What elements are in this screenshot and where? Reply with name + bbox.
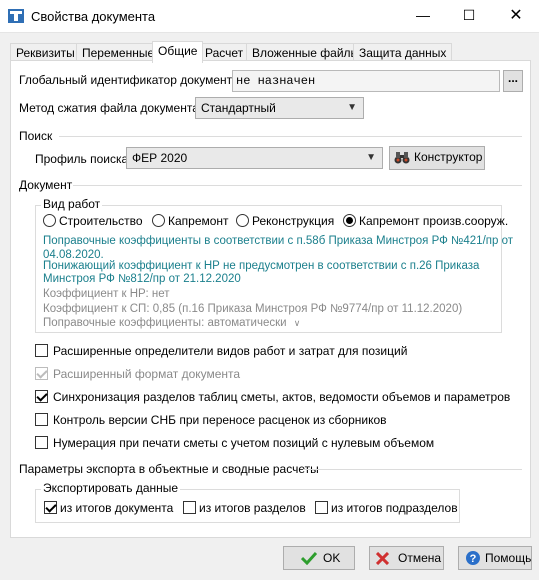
chevron-down-icon: ▼ (347, 102, 357, 113)
work-type-title: Вид работ (41, 197, 103, 211)
constructor-label: Конструктор (414, 150, 483, 164)
checkbox-label: из итогов документа (60, 501, 174, 515)
minimize-button[interactable]: — (400, 0, 446, 33)
chevron-down-icon: ∨ (293, 318, 301, 328)
cancel-x-icon (376, 552, 389, 565)
checkbox-box (35, 344, 48, 357)
checkmark-icon (301, 551, 317, 565)
ok-label: OK (323, 551, 341, 565)
radio-indicator (152, 214, 165, 227)
constructor-button[interactable]: Конструктор (389, 146, 485, 170)
ok-button[interactable]: OK (283, 546, 355, 570)
radio-capital-repair-industrial-label: Капремонт произв.сооруж. (359, 214, 509, 228)
svg-text:?: ? (470, 553, 477, 565)
radio-construction-label: Строительство (59, 214, 143, 228)
info-line-4: Минстроя РФ №812/пр от 21.12.2020 (43, 273, 241, 285)
checkbox-label: Синхронизация разделов таблиц сметы, акт… (53, 390, 511, 404)
window-title: Свойства документа (31, 9, 156, 24)
checkbox-label: Расширенный формат документа (53, 367, 241, 381)
close-button[interactable]: ✕ (493, 0, 539, 33)
radio-capital-repair-label: Капремонт (168, 214, 229, 228)
radio-indicator (236, 214, 249, 227)
tab-bar: Реквизиты Переменные Общие Расчет Вложен… (0, 41, 539, 63)
document-section-title: Документ (19, 178, 73, 192)
chevron-down-icon: ▼ (366, 152, 376, 163)
maximize-button[interactable]: ☐ (446, 0, 492, 33)
checkbox-box (183, 501, 196, 514)
help-button[interactable]: ? Помощь (458, 546, 532, 570)
radio-construction[interactable]: Строительство (43, 214, 143, 228)
info-line-3: Понижающий коэффициент к НР не предусмот… (43, 260, 480, 272)
help-icon: ? (466, 551, 480, 565)
guid-browse-button[interactable]: ... (503, 70, 523, 92)
compression-label: Метод сжатия файла документа: (19, 101, 203, 115)
search-profile-select[interactable]: ФЕР 2020 ▼ (126, 147, 383, 169)
coef-sp-text: Коэффициент к СП: 0,85 (п.16 Приказа Мин… (43, 303, 463, 315)
search-profile-value: ФЕР 2020 (132, 151, 188, 165)
corrections-text: Поправочные коэффициенты: автоматически (43, 317, 287, 329)
guid-field[interactable]: не назначен (232, 70, 500, 92)
checkbox-label: Контроль версии СНБ при переносе расцено… (53, 413, 387, 427)
tab-general[interactable]: Общие (152, 41, 204, 63)
radio-reconstruction[interactable]: Реконструкция (236, 214, 334, 228)
minimize-icon: — (416, 7, 430, 23)
export-divider (303, 469, 522, 470)
general-panel: Глобальный идентификатор документа: не н… (10, 60, 531, 538)
help-label: Помощь (485, 551, 532, 565)
checkbox-box (35, 436, 48, 449)
document-divider (73, 185, 522, 186)
maximize-icon: ☐ (462, 7, 476, 23)
guid-value: не назначен (236, 74, 316, 88)
search-divider (59, 136, 522, 137)
compression-select[interactable]: Стандартный ▼ (195, 97, 364, 119)
cancel-button[interactable]: Отмена (369, 546, 444, 570)
checkbox-label: Нумерация при печати сметы с учетом пози… (53, 436, 435, 450)
checkbox-label: из итогов подразделов (331, 501, 458, 515)
checkbox-label: из итогов разделов (199, 501, 306, 515)
radio-indicator (43, 214, 56, 227)
search-section-title: Поиск (19, 129, 53, 143)
checkbox-box (315, 501, 328, 514)
checkbox-box (35, 413, 48, 426)
checkbox-box (35, 390, 48, 403)
binoculars-icon (394, 152, 410, 164)
compression-value: Стандартный (201, 101, 276, 115)
title-bar: Свойства документа — ☐ ✕ (0, 0, 539, 33)
guid-label: Глобальный идентификатор документа: (19, 73, 243, 87)
cancel-label: Отмена (398, 551, 442, 565)
export-data-title: Экспортировать данные (41, 481, 181, 495)
search-profile-label: Профиль поиска: (35, 152, 132, 166)
corrections-dropdown[interactable]: Поправочные коэффициенты: автоматически … (43, 317, 300, 329)
close-icon: ✕ (509, 7, 523, 24)
coef-hr-text: Коэффициент к НР: нет (43, 288, 170, 300)
checkbox-box (44, 501, 57, 514)
app-icon (8, 9, 24, 23)
checkbox-label: Расширенные определители видов работ и з… (53, 344, 408, 358)
radio-capital-repair[interactable]: Капремонт (152, 214, 229, 228)
radio-capital-repair-industrial[interactable]: Капремонт произв.сооруж. (343, 214, 508, 228)
export-section-title: Параметры экспорта в объектные и сводные… (19, 462, 319, 476)
info-line-1: Поправочные коэффициенты в соответствии … (43, 235, 514, 247)
radio-reconstruction-label: Реконструкция (252, 214, 335, 228)
checkbox-box (35, 367, 48, 380)
radio-indicator (343, 214, 356, 227)
